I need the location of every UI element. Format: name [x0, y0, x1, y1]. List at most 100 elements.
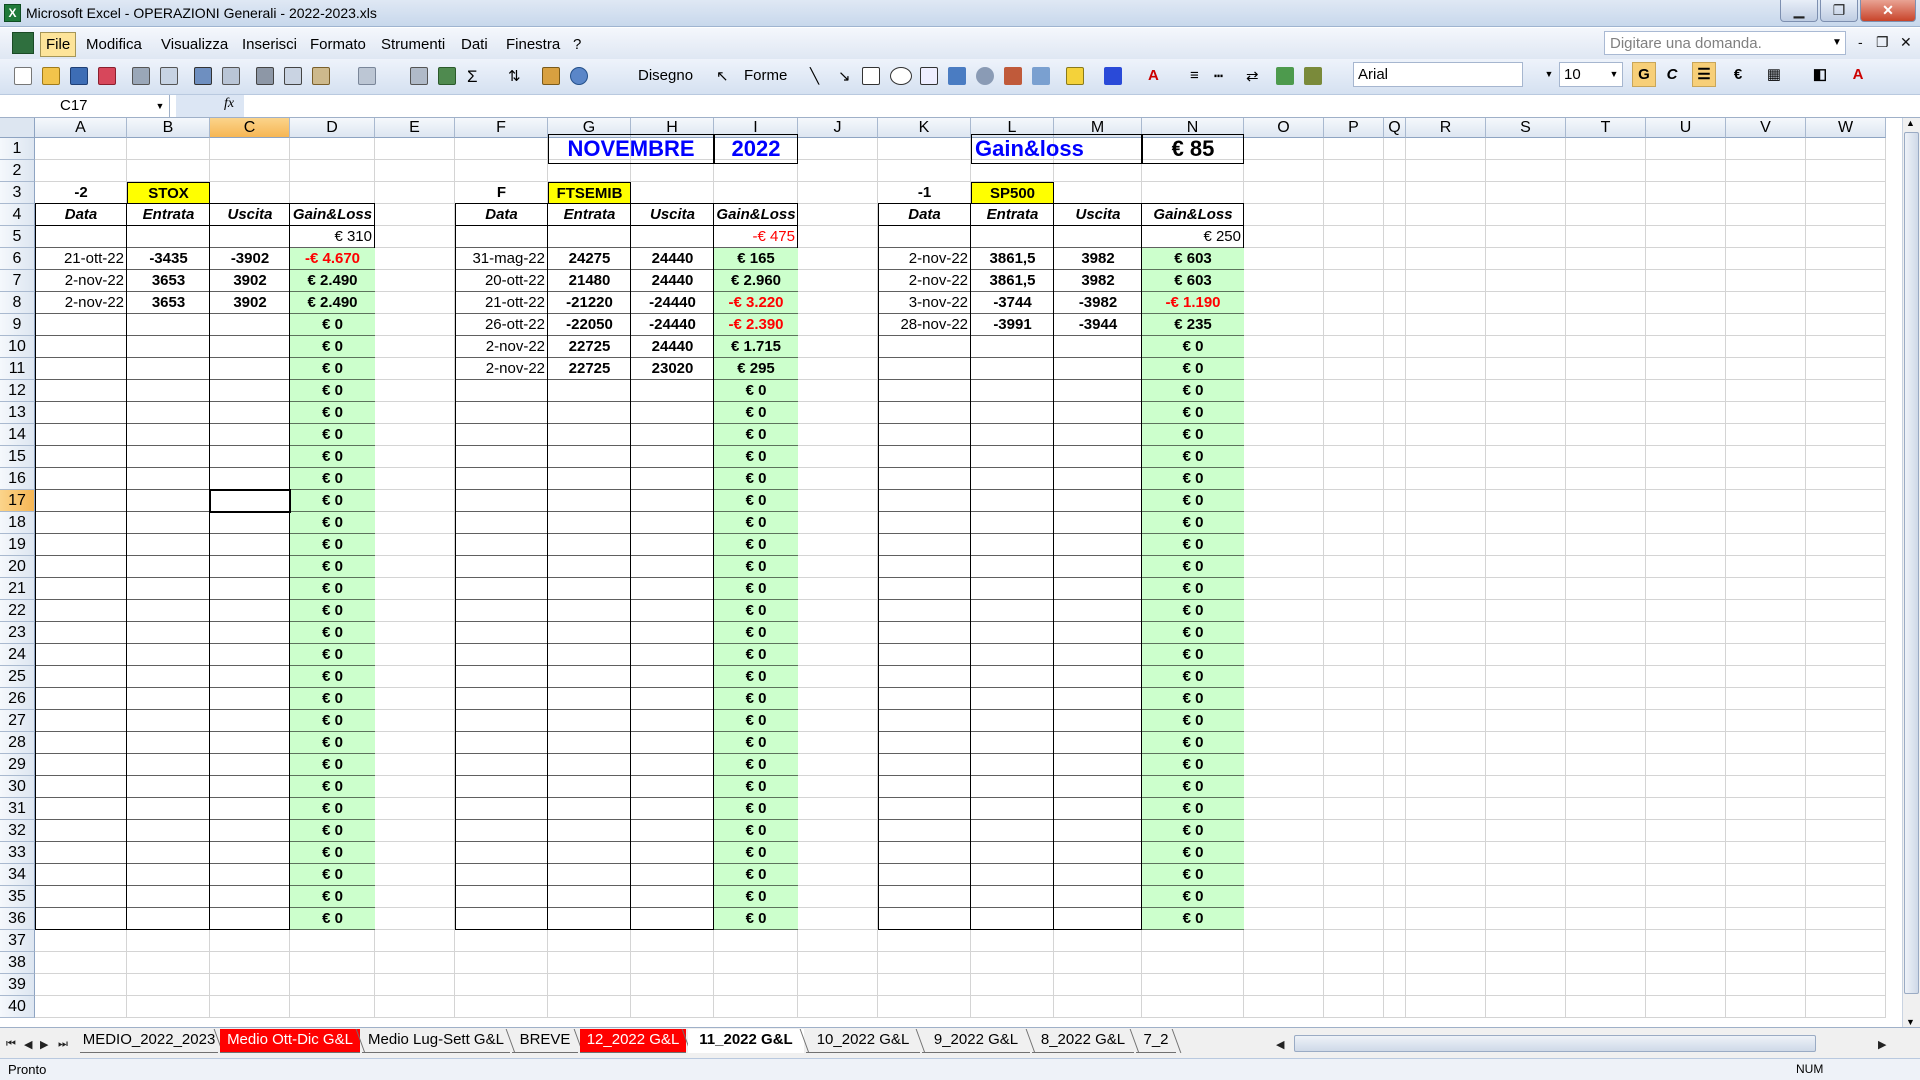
stox-row-date[interactable]: 21-ott-22: [35, 248, 127, 270]
ftse-row-gainloss[interactable]: -€ 2.390: [714, 314, 798, 336]
arrow-select-icon[interactable]: ↖: [716, 67, 729, 85]
spelling-icon[interactable]: [194, 67, 212, 85]
row-header-32[interactable]: 32: [0, 820, 35, 842]
ftse-row-uscita[interactable]: 23020: [631, 358, 714, 380]
prev-sheet-icon[interactable]: ◀: [24, 1038, 32, 1051]
ftse-row-uscita[interactable]: 24440: [631, 248, 714, 270]
column-header-u[interactable]: U: [1646, 118, 1726, 138]
minimize-button[interactable]: ▁: [1780, 0, 1818, 22]
last-sheet-icon[interactable]: ⏭: [58, 1038, 68, 1051]
row-header-9[interactable]: 9: [0, 314, 35, 336]
next-sheet-icon[interactable]: ▶: [40, 1038, 48, 1051]
stox-header-gainloss[interactable]: Gain&Loss: [290, 204, 375, 226]
row-header-17[interactable]: 17: [0, 490, 35, 512]
ftse-row-gainloss-empty[interactable]: € 0: [714, 424, 798, 446]
italic-button[interactable]: C: [1660, 62, 1684, 87]
sheet-tab-10[interactable]: 7_2: [1136, 1029, 1176, 1053]
sp500-row-gainloss-empty[interactable]: € 0: [1142, 754, 1244, 776]
ftse-row-gainloss-empty[interactable]: € 0: [714, 776, 798, 798]
sp500-previous-total[interactable]: € 250: [1142, 226, 1244, 248]
ftse-header-data[interactable]: Data: [455, 204, 548, 226]
stox-row-gainloss-empty[interactable]: € 0: [290, 402, 375, 424]
column-header-s[interactable]: S: [1486, 118, 1566, 138]
row-header-7[interactable]: 7: [0, 270, 35, 292]
name-box-dropdown-icon[interactable]: ▼: [150, 95, 170, 117]
sp500-row-gainloss-empty[interactable]: € 0: [1142, 820, 1244, 842]
currency-button[interactable]: €: [1726, 62, 1750, 87]
row-header-3[interactable]: 3: [0, 182, 35, 204]
research-icon[interactable]: [222, 67, 240, 85]
sheet-tab-1[interactable]: MEDIO_2022_2023: [80, 1029, 218, 1053]
ask-question-input[interactable]: Digitare una domanda.: [1604, 31, 1846, 55]
sp500-row-gainloss-empty[interactable]: € 0: [1142, 688, 1244, 710]
row-header-40[interactable]: 40: [0, 996, 35, 1018]
cell-gainloss-total[interactable]: € 85: [1142, 134, 1244, 164]
stox-row-gainloss-empty[interactable]: € 0: [290, 600, 375, 622]
menu-strumenti[interactable]: Strumenti: [381, 36, 445, 53]
menu-formato[interactable]: Formato: [310, 36, 366, 53]
doc-close-button[interactable]: ✕: [1900, 34, 1912, 51]
stox-row-gainloss[interactable]: € 2.490: [290, 270, 375, 292]
row-header-12[interactable]: 12: [0, 380, 35, 402]
help-icon[interactable]: [570, 67, 588, 85]
sp500-row-entrata[interactable]: -3991: [971, 314, 1054, 336]
ftse-row-gainloss-empty[interactable]: € 0: [714, 556, 798, 578]
sp500-row-gainloss-empty[interactable]: € 0: [1142, 798, 1244, 820]
ftse-row-gainloss-empty[interactable]: € 0: [714, 402, 798, 424]
cell-gainloss-label[interactable]: Gain&loss: [971, 134, 1142, 164]
print-preview-icon[interactable]: [160, 67, 178, 85]
undo-icon[interactable]: [358, 67, 376, 85]
stox-row-entrata[interactable]: 3653: [127, 292, 210, 314]
row-header-35[interactable]: 35: [0, 886, 35, 908]
stox-previous-total[interactable]: € 310: [290, 226, 375, 248]
row-header-5[interactable]: 5: [0, 226, 35, 248]
clipart-icon[interactable]: [1004, 67, 1022, 85]
stox-row-gainloss-empty[interactable]: € 0: [290, 380, 375, 402]
insert-function-icon[interactable]: fx: [224, 96, 234, 112]
ftse-row-uscita[interactable]: -24440: [631, 314, 714, 336]
stox-row-gainloss[interactable]: € 2.490: [290, 292, 375, 314]
column-header-d[interactable]: D: [290, 118, 375, 138]
arrow-icon[interactable]: ↘: [838, 67, 851, 85]
stox-row-gainloss-empty[interactable]: € 0: [290, 556, 375, 578]
row-header-15[interactable]: 15: [0, 446, 35, 468]
ftse-row-uscita[interactable]: 24440: [631, 336, 714, 358]
column-header-o[interactable]: O: [1244, 118, 1324, 138]
name-box[interactable]: C17: [0, 95, 170, 117]
menu-visualizza[interactable]: Visualizza: [161, 36, 228, 53]
sheet-tab-9[interactable]: 8_2022 G&L: [1032, 1029, 1134, 1053]
ftse-row-date[interactable]: 21-ott-22: [455, 292, 548, 314]
stox-row-gainloss-empty[interactable]: € 0: [290, 490, 375, 512]
cell-month[interactable]: NOVEMBRE: [548, 134, 714, 164]
row-header-10[interactable]: 10: [0, 336, 35, 358]
stox-row-uscita[interactable]: 3902: [210, 292, 290, 314]
hscroll-right-icon[interactable]: ▶: [1878, 1038, 1886, 1051]
stox-row-gainloss-empty[interactable]: € 0: [290, 776, 375, 798]
row-header-23[interactable]: 23: [0, 622, 35, 644]
stox-row-gainloss-empty[interactable]: € 0: [290, 864, 375, 886]
column-header-v[interactable]: V: [1726, 118, 1806, 138]
sort-icon[interactable]: ⇅: [508, 67, 521, 85]
sp500-row-gainloss-empty[interactable]: € 0: [1142, 424, 1244, 446]
sp500-row-gainloss-empty[interactable]: € 0: [1142, 358, 1244, 380]
row-header-1[interactable]: 1: [0, 138, 35, 160]
stox-row-uscita[interactable]: 3902: [210, 270, 290, 292]
row-header-26[interactable]: 26: [0, 688, 35, 710]
row-header-24[interactable]: 24: [0, 644, 35, 666]
row-header-6[interactable]: 6: [0, 248, 35, 270]
stox-row-gainloss-empty[interactable]: € 0: [290, 578, 375, 600]
3d-icon[interactable]: [1304, 67, 1322, 85]
stox-row-gainloss-empty[interactable]: € 0: [290, 820, 375, 842]
worksheet-grid[interactable]: A B C D E F G H I J K L M N O P Q R S T U V W 1 2 3 4 5 6 7 8 9 10 11 12 13…: [0, 118, 1902, 1027]
ftse-row-date[interactable]: 31-mag-22: [455, 248, 548, 270]
sp500-row-gainloss-empty[interactable]: € 0: [1142, 886, 1244, 908]
disegno-menu[interactable]: Disegno: [638, 67, 693, 84]
sp500-row-gainloss-empty[interactable]: € 0: [1142, 556, 1244, 578]
doc-minimize-button[interactable]: -: [1858, 34, 1863, 50]
ftse-row-gainloss-empty[interactable]: € 0: [714, 908, 798, 930]
sp500-row-gainloss-empty[interactable]: € 0: [1142, 380, 1244, 402]
sp500-row-gainloss-empty[interactable]: € 0: [1142, 402, 1244, 424]
row-header-11[interactable]: 11: [0, 358, 35, 380]
sp500-row-date[interactable]: 2-nov-22: [878, 270, 971, 292]
stox-row-gainloss-empty[interactable]: € 0: [290, 754, 375, 776]
